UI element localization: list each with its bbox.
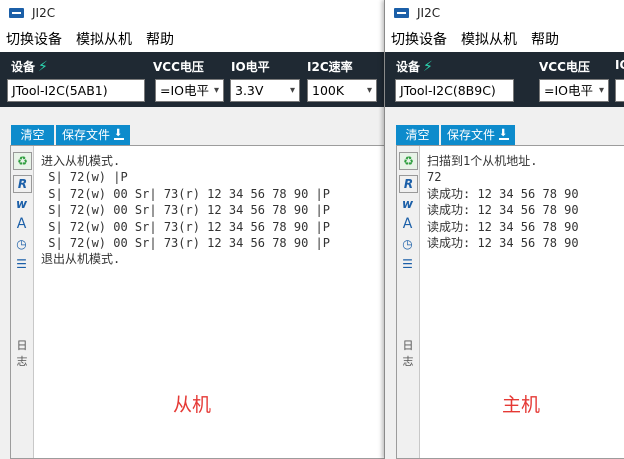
- menu-help[interactable]: 帮助: [531, 29, 559, 49]
- font-a-icon[interactable]: A: [399, 216, 416, 232]
- log-line: 进入从机模式.: [41, 154, 121, 168]
- log-line: 72: [427, 170, 442, 185]
- slave-window: JI2C 切换设备 模拟从机 帮助 设备 ⚡ VCC电压 IO电平 I2C速率 J…: [0, 0, 386, 459]
- recycle-icon[interactable]: ♻: [13, 152, 32, 170]
- log-sidebar: ♻ R w A ◷ ☰ 日 志: [11, 146, 34, 458]
- bolt-icon: ⚡: [423, 59, 433, 75]
- font-a-icon[interactable]: A: [13, 216, 30, 232]
- clock-icon[interactable]: ◷: [399, 236, 416, 252]
- download-icon: [114, 124, 124, 144]
- menu-simulate-slave[interactable]: 模拟从机: [461, 29, 517, 49]
- log-line: 读成功: 12 34 56 78 90: [427, 186, 579, 201]
- bolt-icon: ⚡: [38, 59, 48, 75]
- log-label-1: 日: [402, 339, 414, 352]
- log-line: S| 72(w) 00 Sr| 73(r) 12 34 56 78 90 |P: [41, 203, 330, 218]
- log-sidebar: ♻ R w A ◷ ☰ 日 志: [397, 146, 420, 458]
- vcc-label: VCC电压: [539, 60, 590, 74]
- menu-help[interactable]: 帮助: [146, 29, 174, 49]
- menu-switch-device[interactable]: 切换设备: [6, 29, 62, 49]
- window-title: JI2C: [32, 6, 56, 20]
- log-line: 读成功: 12 34 56 78 90: [427, 235, 579, 250]
- vcc-select[interactable]: =IO电平: [539, 79, 609, 102]
- log-label-2: 志: [16, 355, 28, 368]
- log-line: 扫描到1个从机地址.: [427, 154, 538, 168]
- log-line: 读成功: 12 34 56 78 90: [427, 203, 579, 218]
- download-icon: [499, 124, 509, 144]
- log-output: 进入从机模式. S| 72(w) |P S| 72(w) 00 Sr| 73(r…: [41, 153, 385, 268]
- w-icon[interactable]: w: [13, 196, 30, 212]
- list-icon[interactable]: ☰: [13, 256, 30, 272]
- app-icon: [9, 8, 24, 18]
- log-label-2: 志: [402, 355, 414, 368]
- io-level-label: IO: [615, 58, 624, 72]
- io-level-select[interactable]: 3.3V: [230, 79, 300, 102]
- log-output: 扫描到1个从机地址. 72 读成功: 12 34 56 78 90 读成功: 1…: [427, 153, 624, 251]
- menu-bar: 切换设备 模拟从机 帮助: [385, 26, 624, 52]
- r-icon[interactable]: R: [399, 175, 418, 193]
- master-window: JI2C 切换设备 模拟从机 帮助 设备⚡ VCC电压 IO JTool-I2C…: [384, 0, 624, 459]
- menu-bar: 切换设备 模拟从机 帮助: [0, 26, 385, 52]
- vcc-label: VCC电压: [153, 60, 204, 74]
- log-toolbar: 清空 保存文件: [11, 124, 381, 145]
- log-line: S| 72(w) 00 Sr| 73(r) 12 34 56 78 90 |P: [41, 186, 330, 201]
- w-icon[interactable]: w: [399, 196, 416, 212]
- io-level-select[interactable]: [615, 79, 624, 102]
- device-label: 设备 ⚡: [396, 59, 433, 75]
- io-level-label: IO电平: [231, 60, 270, 74]
- config-panel: 设备 ⚡ VCC电压 IO电平 I2C速率 JTool-I2C(5AB1) =IO…: [0, 52, 385, 107]
- config-panel: 设备⚡ VCC电压 IO JTool-I2C(8B9C) =IO电平: [385, 52, 624, 107]
- list-icon[interactable]: ☰: [399, 256, 416, 272]
- log-line: S| 72(w) 00 Sr| 73(r) 12 34 56 78 90 |P: [41, 235, 330, 250]
- window-title: JI2C: [417, 6, 441, 20]
- title-bar: JI2C: [0, 0, 385, 26]
- device-label: 设备 ⚡: [11, 59, 48, 75]
- log-line: S| 72(w) 00 Sr| 73(r) 12 34 56 78 90 |P: [41, 219, 330, 234]
- clear-button[interactable]: 清空: [396, 125, 439, 145]
- device-field[interactable]: JTool-I2C(8B9C): [395, 79, 514, 102]
- app-icon: [394, 8, 409, 18]
- log-line: S| 72(w) |P: [41, 170, 128, 185]
- save-file-button[interactable]: 保存文件: [441, 124, 515, 145]
- i2c-speed-label: I2C速率: [307, 60, 353, 74]
- recycle-icon[interactable]: ♻: [399, 152, 418, 170]
- log-toolbar: 清空 保存文件: [396, 124, 624, 145]
- clock-icon[interactable]: ◷: [13, 236, 30, 252]
- log-line: 退出从机模式.: [41, 252, 121, 267]
- master-caption: 主机: [502, 394, 541, 416]
- vcc-select[interactable]: =IO电平: [155, 79, 224, 102]
- log-label-1: 日: [16, 339, 28, 352]
- slave-caption: 从机: [173, 394, 212, 416]
- device-field[interactable]: JTool-I2C(5AB1): [7, 79, 145, 102]
- title-bar: JI2C: [385, 0, 624, 26]
- i2c-speed-select[interactable]: 100K: [307, 79, 377, 102]
- menu-switch-device[interactable]: 切换设备: [391, 29, 447, 49]
- clear-button[interactable]: 清空: [11, 125, 54, 145]
- menu-simulate-slave[interactable]: 模拟从机: [76, 29, 132, 49]
- r-icon[interactable]: R: [13, 175, 32, 193]
- save-file-button[interactable]: 保存文件: [56, 124, 130, 145]
- log-line: 读成功: 12 34 56 78 90: [427, 219, 579, 234]
